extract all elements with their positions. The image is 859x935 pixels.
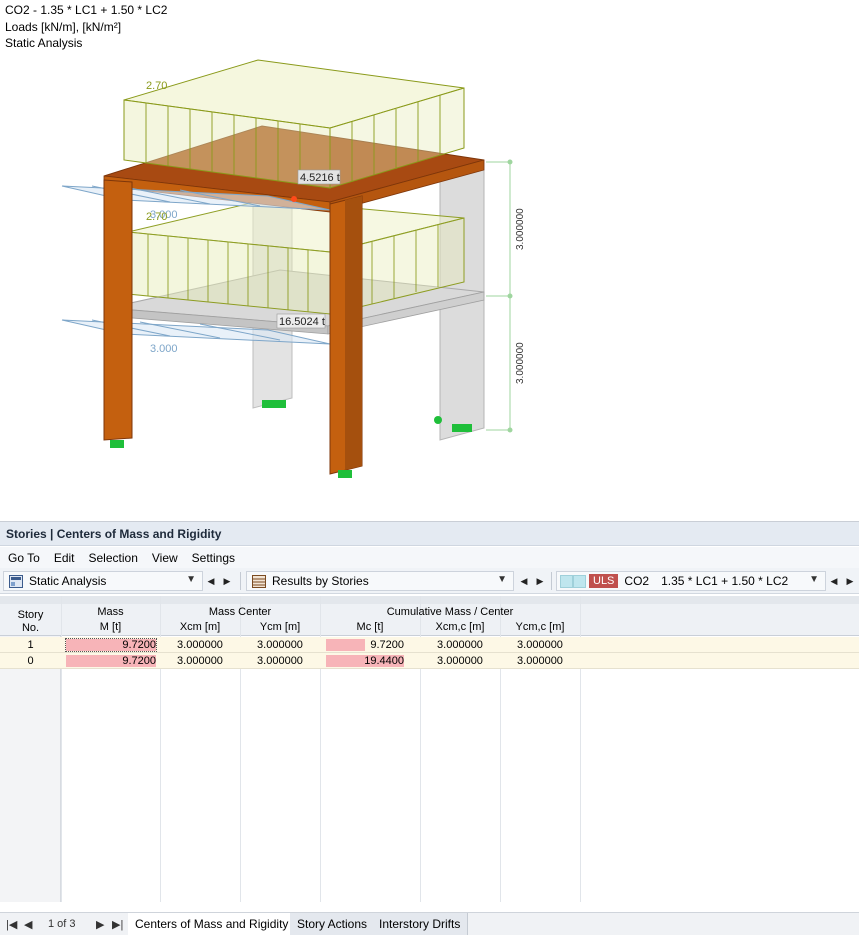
- toolbar-divider: [551, 572, 552, 590]
- header-story: Story: [17, 609, 44, 621]
- analysis-type-select[interactable]: Static Analysis ▼: [3, 571, 203, 591]
- next-page-icon[interactable]: ▶: [96, 918, 104, 931]
- header-mass: Mass: [97, 606, 124, 618]
- header-ycmc: Ycm,c [m]: [515, 621, 565, 633]
- cell-ycmc: 3.000000: [517, 639, 563, 651]
- load-combination-select[interactable]: ULS CO2 1.35 * LC1 + 1.50 * LC2 ▼: [556, 571, 826, 591]
- panel-title: Stories | Centers of Mass and Rigidity: [0, 522, 859, 546]
- tab-centers-of-mass[interactable]: Centers of Mass and Rigidity: [128, 913, 297, 935]
- cell-mc: 19.4400: [364, 655, 404, 667]
- next-arrow-icon[interactable]: ▶: [220, 573, 234, 589]
- supports: [110, 400, 472, 478]
- tab-interstory-drifts[interactable]: Interstory Drifts: [372, 913, 469, 935]
- cell-mc: 9.7200: [370, 639, 404, 651]
- chevron-down-icon: ▼: [186, 574, 196, 585]
- combination-id: CO2: [624, 574, 650, 588]
- cell-ycm: 3.000000: [257, 655, 303, 667]
- first-page-icon[interactable]: |◀: [6, 918, 17, 931]
- dimension-label-lower: 3.000000: [515, 342, 526, 384]
- dimension-lines: [486, 159, 513, 433]
- table-row[interactable]: 0 9.7200 3.000000 3.000000 19.4400 3.000…: [0, 653, 859, 669]
- panel-menubar: Go To Edit Selection View Settings: [0, 547, 859, 568]
- structure-model: 2.70 3.000 2.70 3.000 4.5216 t 16.5024 t…: [61, 59, 526, 478]
- menu-go-to[interactable]: Go To: [8, 551, 40, 565]
- previous-page-icon[interactable]: ◀: [24, 918, 32, 931]
- load-value-top: 2.70: [146, 80, 167, 92]
- cell-xcm: 3.000000: [177, 639, 223, 651]
- chevron-down-icon: ▼: [809, 574, 819, 585]
- header-ycm: Ycm [m]: [259, 621, 301, 633]
- results-type-select[interactable]: Results by Stories ▼: [246, 571, 514, 591]
- column-front-left: [103, 179, 133, 441]
- chevron-down-icon: ▼: [497, 574, 507, 585]
- previous-arrow-icon[interactable]: ◀: [517, 573, 531, 589]
- menu-settings[interactable]: Settings: [192, 551, 235, 565]
- load-value-bottom: 3.000: [150, 343, 178, 355]
- menu-selection[interactable]: Selection: [89, 551, 138, 565]
- header-xcm: Xcm [m]: [179, 621, 221, 633]
- next-arrow-icon[interactable]: ▶: [533, 573, 547, 589]
- results-type-value: Results by Stories: [272, 574, 369, 588]
- cell-m: 9.7200: [122, 639, 156, 651]
- bottom-tab-bar: |◀ ◀ 1 of 3 ▶ ▶| Centers of Mass and Rig…: [0, 912, 859, 935]
- previous-arrow-icon[interactable]: ◀: [827, 573, 841, 589]
- panel-toolbar: Static Analysis ▼ ◀ ▶ Results by Stories…: [0, 568, 859, 594]
- cell-story: 1: [27, 639, 34, 651]
- combination-formula: 1.35 * LC1 + 1.50 * LC2: [661, 574, 789, 588]
- mass-point-upper: [291, 196, 297, 202]
- next-arrow-icon[interactable]: ▶: [843, 573, 857, 589]
- table-row[interactable]: 1 9.7200 3.000000 3.000000 9.7200 3.0000…: [0, 637, 859, 653]
- results-table: Story No. Mass M [t] Mass Center Xcm [m]…: [0, 596, 859, 902]
- results-table-icon: [252, 574, 266, 588]
- mass-label-lower: 16.5024 t: [279, 316, 325, 328]
- tab-story-actions[interactable]: Story Actions: [290, 913, 376, 935]
- header-m: M [t]: [99, 621, 122, 633]
- cell-xcmc: 3.000000: [437, 655, 483, 667]
- uls-badge: ULS: [589, 574, 619, 588]
- cell-xcm: 3.000000: [177, 655, 223, 667]
- previous-arrow-icon[interactable]: ◀: [204, 573, 218, 589]
- header-xcmc: Xcm,c [m]: [435, 621, 485, 633]
- header-mass-center: Mass Center: [208, 606, 272, 618]
- header-story-no: No.: [21, 622, 40, 634]
- results-panel: Stories | Centers of Mass and Rigidity G…: [0, 521, 859, 935]
- row-header-column: [0, 636, 61, 902]
- header-cumulative: Cumulative Mass / Center: [386, 606, 514, 618]
- cell-m: 9.7200: [122, 655, 156, 667]
- dimension-label-upper: 3.000000: [515, 208, 526, 250]
- model-viewport[interactable]: CO2 - 1.35 * LC1 + 1.50 * LC2 Loads [kN/…: [0, 0, 859, 520]
- menu-view[interactable]: View: [152, 551, 178, 565]
- color-swatch-icon: [560, 574, 573, 588]
- analysis-type-value: Static Analysis: [29, 574, 107, 588]
- menu-edit[interactable]: Edit: [54, 551, 75, 565]
- color-swatch-icon: [573, 574, 586, 588]
- cell-ycmc: 3.000000: [517, 655, 563, 667]
- load-value-mid: 2.70: [146, 211, 167, 223]
- static-analysis-icon: [9, 574, 23, 588]
- header-mc: Mc [t]: [356, 621, 384, 633]
- cell-story: 0: [27, 655, 34, 667]
- cell-ycm: 3.000000: [257, 639, 303, 651]
- page-indicator: 1 of 3: [48, 918, 76, 930]
- mass-label-upper: 4.5216 t: [300, 172, 340, 184]
- last-page-icon[interactable]: ▶|: [112, 918, 123, 931]
- toolbar-divider: [240, 572, 241, 590]
- cell-xcmc: 3.000000: [437, 639, 483, 651]
